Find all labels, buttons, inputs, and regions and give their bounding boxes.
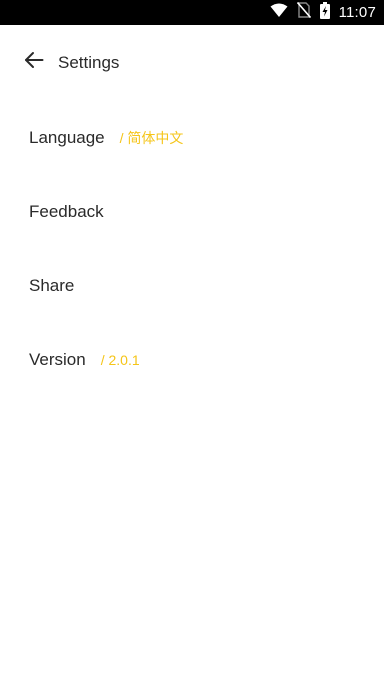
version-label: Version <box>29 350 86 369</box>
app-header: Settings <box>0 25 384 101</box>
feedback-label: Feedback <box>29 202 104 221</box>
status-time: 11:07 <box>338 4 376 21</box>
no-sim-icon <box>296 1 311 23</box>
share-label: Share <box>29 276 75 295</box>
settings-item-language[interactable]: Language / 简体中文 <box>0 101 384 175</box>
settings-item-share[interactable]: Share <box>0 249 384 323</box>
settings-item-feedback[interactable]: Feedback <box>0 175 384 249</box>
settings-list: Language / 简体中文 Feedback Share Version /… <box>0 101 384 397</box>
back-button[interactable] <box>20 48 48 76</box>
settings-item-version[interactable]: Version / 2.0.1 <box>0 323 384 397</box>
battery-charging-icon <box>319 1 330 24</box>
page-title: Settings <box>58 53 120 72</box>
language-value: / 简体中文 <box>119 130 184 146</box>
language-label: Language <box>29 128 105 147</box>
version-value: / 2.0.1 <box>100 352 140 368</box>
status-bar: 11:07 <box>0 0 384 25</box>
arrow-left-icon <box>24 50 44 75</box>
status-icons: 11:07 <box>270 0 376 25</box>
wifi-icon <box>270 3 288 23</box>
